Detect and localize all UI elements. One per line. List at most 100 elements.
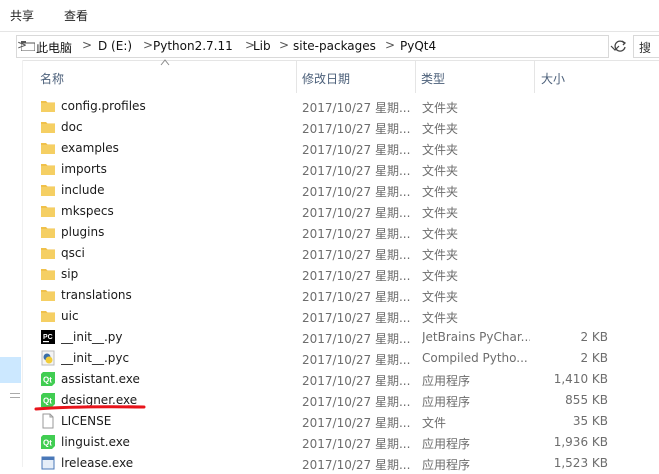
breadcrumb-pyqt4[interactable]: PyQt4: [400, 39, 436, 53]
nav-selected-item[interactable]: [0, 357, 21, 383]
file-row[interactable]: qsci 2017/10/27 星期... 文件夹: [22, 243, 659, 264]
file-type: 文件夹: [422, 101, 459, 115]
column-header-date[interactable]: 修改日期: [297, 60, 415, 93]
file-date: 2017/10/27 星期...: [302, 269, 411, 283]
file-row[interactable]: examples 2017/10/27 星期... 文件夹: [22, 138, 659, 159]
file-icon: [42, 413, 54, 429]
refresh-icon[interactable]: [612, 38, 628, 54]
nav-divider: [10, 397, 20, 398]
column-header-name[interactable]: 名称: [22, 60, 296, 93]
file-name: uic: [61, 309, 79, 323]
file-type: Compiled Pytho...: [422, 351, 528, 365]
breadcrumb-separator[interactable]: >: [17, 38, 27, 52]
folder-icon: [41, 206, 55, 217]
file-date: 2017/10/27 星期...: [302, 353, 411, 367]
file-name: lrelease.exe: [61, 456, 134, 470]
file-name: __init__.pyc: [61, 351, 130, 365]
file-row[interactable]: doc 2017/10/27 星期... 文件夹: [22, 117, 659, 138]
file-row[interactable]: plugins 2017/10/27 星期... 文件夹: [22, 222, 659, 243]
folder-icon: [41, 143, 55, 154]
folder-icon: [41, 290, 55, 301]
folder-icon: [41, 164, 55, 175]
column-type-label: 类型: [421, 72, 446, 86]
file-date: 2017/10/27 星期...: [302, 143, 411, 157]
annotation-underline: [34, 405, 146, 411]
breadcrumb-python[interactable]: Python2.7.11: [153, 39, 233, 53]
qt-app-icon: Qt: [41, 372, 55, 386]
file-date: 2017/10/27 星期...: [302, 311, 411, 325]
file-type: 文件夹: [422, 269, 459, 283]
file-date: 2017/10/27 星期...: [302, 374, 411, 388]
file-row[interactable]: LICENSE 2017/10/27 星期... 文件 35 KB: [22, 411, 659, 432]
file-type: 文件夹: [422, 143, 459, 157]
file-date: 2017/10/27 星期...: [302, 290, 411, 304]
ribbon-bar: 共享 查看: [0, 0, 659, 30]
file-date: 2017/10/27 星期...: [302, 227, 411, 241]
file-size: 2 KB: [580, 330, 608, 344]
svg-text:Qt: Qt: [43, 439, 52, 448]
tab-share[interactable]: 共享: [10, 7, 34, 24]
file-row[interactable]: config.profiles 2017/10/27 星期... 文件夹: [22, 96, 659, 117]
file-size: 855 KB: [565, 393, 608, 407]
file-row[interactable]: uic 2017/10/27 星期... 文件夹: [22, 306, 659, 327]
file-name: doc: [61, 120, 83, 134]
file-date: 2017/10/27 星期...: [302, 332, 411, 346]
breadcrumb-separator[interactable]: >: [385, 38, 395, 52]
file-date: 2017/10/27 星期...: [302, 122, 411, 136]
file-name: sip: [61, 267, 79, 281]
file-date: 2017/10/27 星期...: [302, 185, 411, 199]
file-name: include: [61, 183, 105, 197]
search-placeholder: 搜: [639, 41, 652, 55]
file-row[interactable]: lrelease.exe 2017/10/27 星期... 应用程序 1,523 KB: [22, 453, 659, 474]
folder-icon: [41, 227, 55, 238]
file-row[interactable]: imports 2017/10/27 星期... 文件夹: [22, 159, 659, 180]
breadcrumb-this-pc[interactable]: 此电脑: [36, 39, 72, 56]
file-type: 文件夹: [422, 185, 459, 199]
file-row[interactable]: Qt assistant.exe 2017/10/27 星期... 应用程序 1,410…: [22, 369, 659, 390]
breadcrumb-site-packages[interactable]: site-packages: [293, 39, 376, 53]
file-name: assistant.exe: [61, 372, 140, 386]
breadcrumb-drive[interactable]: D (E:): [98, 39, 132, 53]
file-name: config.profiles: [61, 99, 146, 113]
file-row[interactable]: PC __init__.py 2017/10/27 星期... JetBrains P…: [22, 327, 659, 348]
search-input[interactable]: 搜: [633, 35, 659, 58]
file-name: qsci: [61, 246, 85, 260]
file-size: 1,410 KB: [553, 372, 608, 386]
file-type: 文件夹: [422, 122, 459, 136]
breadcrumb-separator[interactable]: >: [143, 38, 153, 52]
file-name: linguist.exe: [61, 435, 130, 449]
file-row[interactable]: sip 2017/10/27 星期... 文件夹: [22, 264, 659, 285]
file-type: 文件夹: [422, 164, 459, 178]
file-name: LICENSE: [61, 414, 112, 428]
file-name: examples: [61, 141, 119, 155]
breadcrumb-separator[interactable]: >: [279, 38, 289, 52]
navigation-pane[interactable]: [0, 60, 22, 467]
file-type: 应用程序: [422, 374, 471, 388]
breadcrumb-separator[interactable]: >: [82, 38, 92, 52]
file-row[interactable]: mkspecs 2017/10/27 星期... 文件夹: [22, 201, 659, 222]
folder-icon: [41, 101, 55, 112]
nav-divider: [10, 393, 20, 394]
folder-icon: [41, 185, 55, 196]
file-type: 文件: [422, 416, 447, 430]
column-size-label: 大小: [541, 72, 566, 86]
address-bar[interactable]: > 此电脑 > D (E:) > Python2.7.11 > Lib > si…: [16, 35, 620, 58]
file-row[interactable]: include 2017/10/27 星期... 文件夹: [22, 180, 659, 201]
column-header-type[interactable]: 类型: [416, 60, 534, 93]
breadcrumb-lib[interactable]: Lib: [253, 39, 271, 53]
file-type: 文件夹: [422, 227, 459, 241]
file-row[interactable]: __init__.pyc 2017/10/27 星期... Compiled Pyt…: [22, 348, 659, 369]
file-type: 文件夹: [422, 290, 459, 304]
file-date: 2017/10/27 星期...: [302, 395, 411, 409]
address-row: > 此电脑 > D (E:) > Python2.7.11 > Lib > si…: [0, 31, 659, 61]
application-icon: [41, 456, 55, 470]
file-row[interactable]: translations 2017/10/27 星期... 文件夹: [22, 285, 659, 306]
tab-view[interactable]: 查看: [64, 7, 88, 24]
qt-app-icon: Qt: [41, 435, 55, 449]
file-name: translations: [61, 288, 132, 302]
file-row[interactable]: Qt linguist.exe 2017/10/27 星期... 应用程序 1,936 …: [22, 432, 659, 453]
column-header-size[interactable]: 大小: [535, 60, 615, 93]
python-file-icon: [41, 350, 55, 366]
folder-icon: [41, 311, 55, 322]
file-date: 2017/10/27 星期...: [302, 248, 411, 262]
